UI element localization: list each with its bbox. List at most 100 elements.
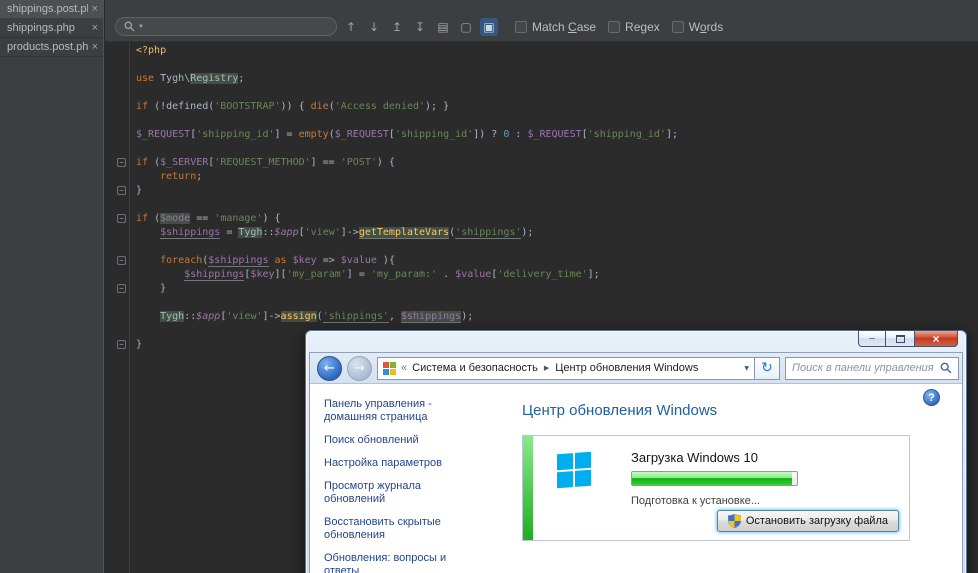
minimize-button[interactable]: – xyxy=(858,330,886,347)
code-line[interactable] xyxy=(136,58,978,72)
search-option-words[interactable]: Words xyxy=(672,20,723,34)
gutter-cell xyxy=(105,58,129,72)
help-button[interactable]: ? xyxy=(923,389,940,406)
uac-shield-icon xyxy=(728,514,741,528)
gutter-cell xyxy=(105,240,129,254)
forward-button[interactable]: → xyxy=(347,356,372,381)
navigation-bar: ← → « Система и безопасность▶Центр обнов… xyxy=(310,353,962,384)
refresh-button[interactable]: ↻ xyxy=(755,357,780,380)
gutter-cell: − xyxy=(105,184,129,198)
code-line[interactable]: Tygh::$app['view']->assign('shippings', … xyxy=(136,310,978,324)
highlight-all-toggle-icon[interactable]: ▣ xyxy=(480,18,498,36)
download-progress-bar xyxy=(631,471,798,486)
gutter-cell: − xyxy=(105,156,129,170)
breadcrumb-overflow-chevron[interactable]: « xyxy=(401,362,407,374)
close-icon[interactable]: × xyxy=(92,23,98,34)
code-line[interactable]: return; xyxy=(136,170,978,184)
fold-marker-icon[interactable]: − xyxy=(117,158,126,167)
close-button[interactable]: × xyxy=(914,330,958,347)
control-panel-search[interactable] xyxy=(785,357,959,380)
code-line[interactable] xyxy=(136,114,978,128)
code-line[interactable]: use Tygh\Registry; xyxy=(136,72,978,86)
search-option-label: Match Case xyxy=(532,20,596,34)
gutter-cell xyxy=(105,198,129,212)
first-occurrence-icon[interactable]: ↥ xyxy=(388,18,406,36)
download-title: Загрузка Windows 10 xyxy=(631,450,897,465)
task-link[interactable]: Просмотр журнала обновлений xyxy=(324,480,482,506)
minimize-icon: – xyxy=(869,333,875,344)
file-tab[interactable]: shippings.php× xyxy=(0,19,103,38)
task-link[interactable]: Настройка параметров xyxy=(324,457,482,470)
checkbox-icon[interactable] xyxy=(672,21,684,33)
task-link[interactable]: Панель управления - домашняя страница xyxy=(324,398,482,424)
task-link[interactable]: Поиск обновлений xyxy=(324,434,482,447)
window-content: Панель управления - домашняя страница Пои… xyxy=(310,384,962,573)
task-link[interactable]: Восстановить скрытые обновления xyxy=(324,516,482,542)
gutter-cell xyxy=(105,72,129,86)
breadcrumb-item[interactable]: Система и безопасность xyxy=(412,362,538,374)
windows-update-window: – × ← → « Сист xyxy=(305,330,967,573)
control-panel-search-input[interactable] xyxy=(792,362,934,374)
file-tab-list: shippings.post.php×shippings.php×product… xyxy=(0,0,103,57)
code-line[interactable]: $shippings[$key]['my_param'] = 'my_param… xyxy=(136,268,978,282)
code-line[interactable]: $_REQUEST['shipping_id'] = empty($_REQUE… xyxy=(136,128,978,142)
code-line[interactable] xyxy=(136,86,978,100)
file-tab[interactable]: shippings.post.php × xyxy=(0,0,103,19)
gutter-cell xyxy=(105,128,129,142)
last-occurrence-icon[interactable]: ↧ xyxy=(411,18,429,36)
fold-marker-icon[interactable]: − xyxy=(117,186,126,195)
gutter-cell: − xyxy=(105,254,129,268)
back-button[interactable]: ← xyxy=(317,356,342,381)
update-panel: Загрузка Windows 10 Подготовка к установ… xyxy=(522,435,910,541)
code-line[interactable]: if ($mode == 'manage') { xyxy=(136,212,978,226)
file-tab[interactable]: products.post.php× xyxy=(0,38,103,57)
previous-occurrence-icon[interactable]: ↑ xyxy=(342,18,360,36)
maximize-button[interactable] xyxy=(886,330,914,347)
stop-download-button[interactable]: Остановить загрузку файла xyxy=(717,510,899,532)
gutter-cell xyxy=(105,100,129,114)
address-dropdown-icon[interactable]: ▼ xyxy=(744,365,749,372)
code-line[interactable]: $shippings = Tygh::$app['view']->getTemp… xyxy=(136,226,978,240)
file-tab-label: shippings.post.php xyxy=(7,3,88,15)
code-line[interactable] xyxy=(136,142,978,156)
address-bar[interactable]: « Система и безопасность▶Центр обновлени… xyxy=(377,357,755,380)
code-line[interactable]: foreach($shippings as $key => $value ){ xyxy=(136,254,978,268)
window-body: ← → « Система и безопасность▶Центр обнов… xyxy=(309,352,963,573)
fold-marker-icon[interactable]: − xyxy=(117,284,126,293)
code-line[interactable]: if (!defined('BOOTSTRAP')) { die('Access… xyxy=(136,100,978,114)
task-link[interactable]: Обновления: вопросы и ответы xyxy=(324,552,482,573)
breadcrumb-item[interactable]: Центр обновления Windows xyxy=(555,362,698,374)
fold-marker-icon[interactable]: − xyxy=(117,340,126,349)
page-title: Центр обновления Windows xyxy=(522,402,962,419)
update-panel-text: Загрузка Windows 10 Подготовка к установ… xyxy=(631,450,897,507)
windows-logo-icon xyxy=(557,452,591,488)
search-option-match-case[interactable]: Match Case xyxy=(515,20,596,34)
search-history-caret-icon[interactable]: ▼ xyxy=(138,24,144,30)
checkbox-icon[interactable] xyxy=(515,21,527,33)
close-icon[interactable]: × xyxy=(92,4,98,15)
checkbox-icon[interactable] xyxy=(608,21,620,33)
select-all-occurrences-icon[interactable]: ▤ xyxy=(434,18,452,36)
search-option-regex[interactable]: Regex xyxy=(608,20,660,34)
gutter-cell xyxy=(105,268,129,282)
fold-marker-icon[interactable]: − xyxy=(117,256,126,265)
gutter-cell xyxy=(105,296,129,310)
progress-fill xyxy=(632,472,792,485)
window-titlebar[interactable]: – × xyxy=(309,331,963,352)
code-line[interactable]: if ($_SERVER['REQUEST_METHOD'] == 'POST'… xyxy=(136,156,978,170)
search-input[interactable] xyxy=(147,20,328,33)
next-occurrence-icon[interactable]: ↓ xyxy=(365,18,383,36)
code-line[interactable] xyxy=(136,198,978,212)
fold-marker-icon[interactable]: − xyxy=(117,214,126,223)
search-field[interactable]: ▼ xyxy=(115,17,337,36)
code-line[interactable]: <?php xyxy=(136,44,978,58)
search-options: Match Case Regex Words xyxy=(503,20,723,34)
file-tab-strip: shippings.post.php×shippings.php×product… xyxy=(0,0,104,573)
code-line[interactable] xyxy=(136,240,978,254)
code-line[interactable]: } xyxy=(136,282,978,296)
close-icon[interactable]: × xyxy=(92,42,98,53)
find-in-file-icon[interactable]: ▢ xyxy=(457,18,475,36)
code-line[interactable]: } xyxy=(136,184,978,198)
gutter-cell xyxy=(105,310,129,324)
code-line[interactable] xyxy=(136,296,978,310)
